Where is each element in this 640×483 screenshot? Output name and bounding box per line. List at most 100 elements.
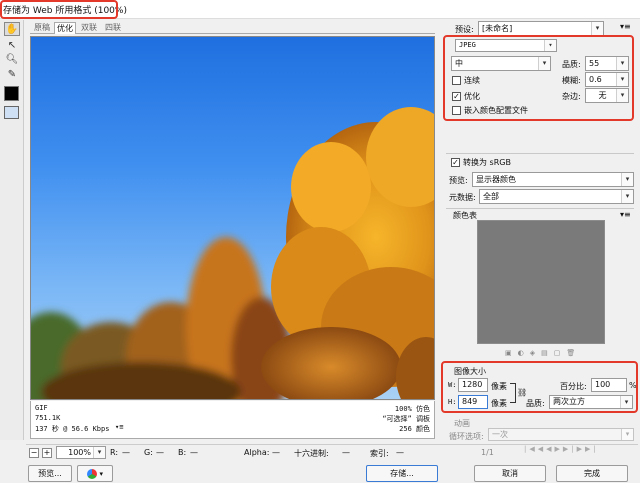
browser-icon (86, 468, 97, 479)
percent-unit: % (629, 381, 637, 390)
color-table-title: 颜色表 (453, 211, 477, 220)
chevron-down-icon: ▾ (616, 57, 628, 70)
index-value: — (396, 448, 404, 457)
quality-level-select[interactable]: 中 ▾ (451, 56, 551, 71)
prev-frame-icon: ◀ (546, 445, 555, 453)
matte-value: 无 (598, 91, 607, 100)
save-button[interactable]: 存储... (366, 465, 438, 482)
image-preview[interactable] (30, 36, 435, 400)
trash-icon[interactable]: 🗑︎ (566, 349, 581, 357)
color-table-swatches[interactable] (477, 220, 605, 344)
background-trees (31, 237, 291, 399)
tab-original[interactable]: 原稿 (32, 22, 52, 34)
format-value: JPEG (459, 41, 476, 49)
optimized-checkbox[interactable]: ✓ (452, 92, 461, 101)
percent-value: 100 (595, 380, 611, 389)
tab-original-label: 原稿 (34, 23, 50, 32)
progressive-checkbox[interactable] (452, 76, 461, 85)
window-title: 存储为 Web 所用格式 (100%) (3, 6, 127, 16)
hex-value: — (342, 448, 350, 457)
chevron-down-icon: ▾ (99, 470, 104, 478)
frame-counter: 1/1 (481, 448, 494, 457)
tab-optimized[interactable]: 优化 (54, 22, 76, 34)
quality-value: 55 (589, 59, 600, 68)
width-input[interactable]: 1280 (458, 378, 488, 392)
link-icon[interactable]: ⛓ (517, 388, 527, 397)
done-button-label: 完成 (584, 469, 600, 478)
preset-menu-icon[interactable]: ▾≡ (620, 22, 631, 31)
tab-4up[interactable]: 四联 (102, 22, 124, 34)
chevron-down-icon: ▾ (544, 40, 556, 51)
web-shift-icon[interactable]: ◈ (530, 349, 541, 357)
preset-label: 预设: (455, 25, 474, 34)
icc-checkbox[interactable] (452, 106, 461, 115)
chevron-down-icon: ▾ (538, 57, 550, 70)
g-label: G: (144, 448, 153, 457)
lock-color-icon[interactable]: ◐ (518, 349, 530, 357)
b-label: B: (178, 448, 187, 457)
save-button-label: 存储... (390, 469, 414, 478)
hex-label: 十六进制: (294, 449, 329, 458)
tab-4up-label: 四联 (105, 23, 121, 32)
srgb-checkbox[interactable]: ✓ (451, 158, 460, 167)
tool-panel: ✋ ↖ 🔍︎ ✎ (0, 20, 24, 440)
browser-select[interactable]: ▾ (77, 465, 113, 482)
srgb-label: 转换为 sRGB (463, 158, 511, 167)
done-button[interactable]: 完成 (556, 465, 628, 482)
zoom-in-button[interactable]: + (42, 448, 52, 458)
chevron-down-icon: ▾ (621, 429, 633, 440)
zoom-value: 100% (68, 448, 91, 457)
icc-label: 嵌入颜色配置文件 (464, 106, 528, 115)
zoom-out-button[interactable]: − (29, 448, 39, 458)
width-value: 1280 (462, 380, 483, 389)
r-label: R: (110, 448, 119, 457)
chevron-down-icon: ▾ (616, 89, 628, 102)
map-color-icon[interactable]: ▣ (505, 349, 518, 357)
height-value: 849 (462, 397, 478, 406)
preview-color-value: 显示器颜色 (476, 175, 516, 184)
speed-menu-icon[interactable]: ▾≡ (115, 423, 123, 431)
animation-controls: |◀◀◀▶▶|▶▶| (524, 445, 634, 458)
info-dither: 100% 仿色 (394, 405, 430, 413)
divider (446, 208, 634, 209)
chevron-down-icon: ▾ (621, 190, 633, 203)
preview-button-label: 预览... (38, 469, 62, 478)
hand-icon[interactable]: ✋ (4, 22, 20, 36)
zoom-select[interactable]: 100% ▾ (56, 446, 106, 459)
zoom-icon[interactable]: 🔍︎ (4, 53, 20, 67)
eyedropper-icon[interactable]: ✎ (4, 68, 20, 82)
new-color-icon[interactable]: ▢ (554, 349, 567, 357)
color-table-menu-icon[interactable]: ▾≡ (620, 210, 631, 219)
slice-select-icon[interactable]: ↖ (4, 39, 20, 53)
resample-quality-select[interactable]: 两次立方 ▾ (549, 395, 633, 409)
preview-button[interactable]: 预览... (28, 465, 72, 482)
tab-2up[interactable]: 双联 (78, 22, 100, 34)
chevron-down-icon: ▾ (591, 22, 603, 35)
quality-input[interactable]: 55 ▾ (585, 56, 629, 71)
toggle-slices-icon[interactable] (4, 106, 19, 119)
cancel-button[interactable]: 取消 (474, 465, 546, 482)
image-size-title: 图像大小 (454, 367, 486, 376)
matte-select[interactable]: 无 ▾ (585, 88, 629, 103)
metadata-select[interactable]: 全部 ▾ (479, 189, 634, 204)
quality-label: 品质: (562, 60, 581, 69)
blur-label: 模糊: (562, 76, 581, 85)
loop-value: 一次 (492, 430, 508, 439)
preset-select[interactable]: [未命名] ▾ (478, 21, 604, 36)
tab-2up-label: 双联 (81, 23, 97, 32)
r-value: — (122, 448, 130, 457)
eyedropper-color-swatch[interactable] (4, 86, 19, 101)
play-icon: ▶ (554, 445, 563, 453)
blur-value: 0.6 (589, 75, 602, 84)
add-color-icon[interactable]: ▤ (541, 349, 554, 357)
blur-input[interactable]: 0.6 ▾ (585, 72, 629, 87)
format-select[interactable]: JPEG ▾ (455, 39, 557, 52)
info-time: 137 秒 @ 56.6 Kbps (35, 425, 110, 433)
view-tabs: 原稿 优化 双联 四联 (30, 22, 435, 34)
preview-color-select[interactable]: 显示器颜色 ▾ (472, 172, 634, 187)
preset-value: [未命名] (482, 24, 513, 33)
chevron-down-icon: ▾ (621, 173, 633, 186)
height-input[interactable]: 849 (458, 395, 488, 409)
percent-input[interactable]: 100 (591, 378, 627, 392)
width-label: W: (448, 381, 457, 389)
